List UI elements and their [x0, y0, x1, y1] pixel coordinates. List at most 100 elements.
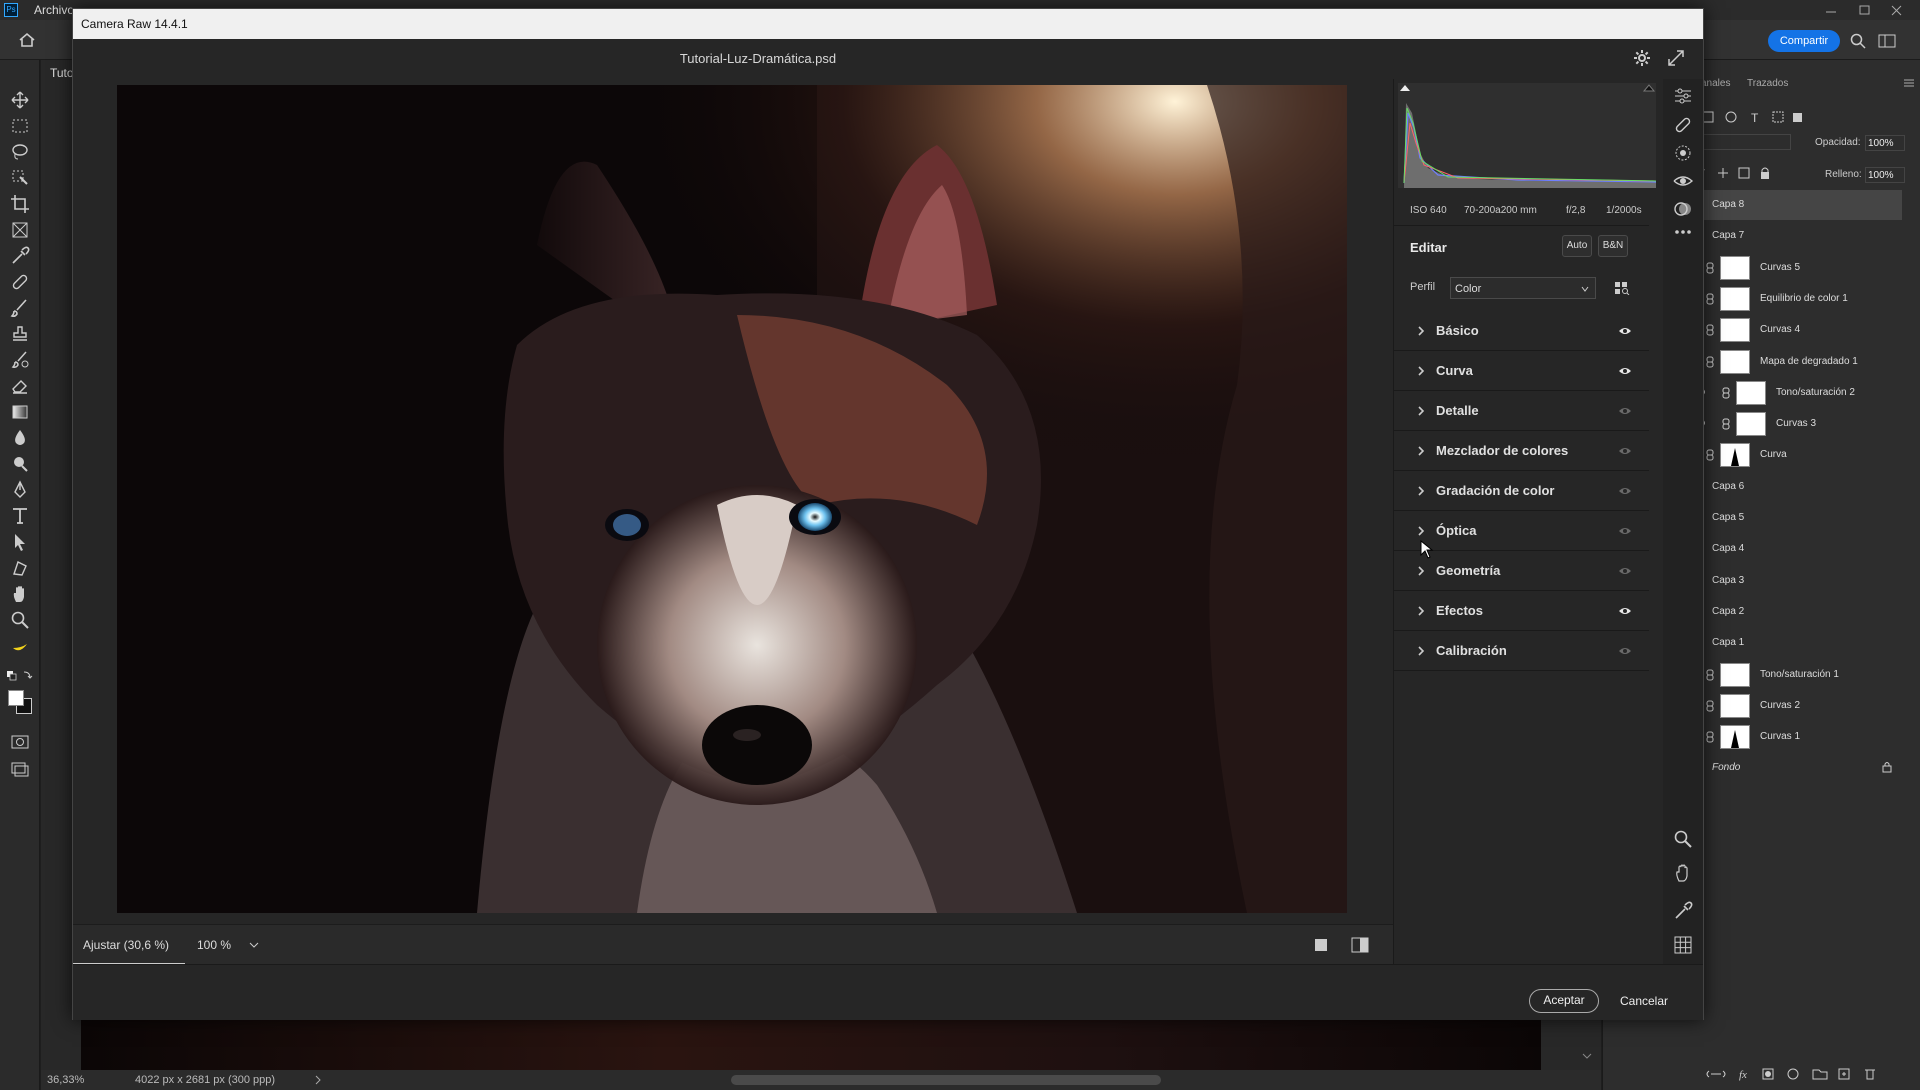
chain-link-icon[interactable] — [1706, 262, 1714, 274]
masking-icon[interactable] — [1673, 143, 1693, 163]
gradient-tool-icon[interactable] — [10, 402, 30, 422]
layer-row[interactable]: Curvas 3 — [1694, 409, 1902, 439]
zoom-dropdown-chevron-icon[interactable] — [249, 941, 259, 949]
hand-icon[interactable] — [1673, 863, 1693, 883]
layer-row[interactable]: Capa 3 — [1694, 566, 1902, 596]
fullscreen-icon[interactable] — [1667, 49, 1685, 67]
eyedropper-tool-icon[interactable] — [10, 246, 30, 266]
layer-mask-thumbnail[interactable] — [1720, 725, 1750, 750]
red-eye-icon[interactable] — [1673, 171, 1693, 191]
dodge-tool-icon[interactable] — [10, 454, 30, 474]
layer-row[interactable]: Curva — [1694, 440, 1902, 470]
histogram[interactable] — [1398, 83, 1656, 188]
window-controls[interactable] — [1820, 4, 1910, 16]
chain-link-icon[interactable] — [1722, 418, 1730, 430]
eye-icon[interactable] — [1618, 565, 1632, 577]
opacity-field[interactable]: 100% — [1865, 135, 1905, 151]
section-detalle[interactable]: Detalle — [1394, 391, 1649, 431]
grid-icon[interactable] — [1673, 935, 1693, 955]
cancel-button[interactable]: Cancelar — [1609, 989, 1679, 1013]
healing-icon[interactable] — [1673, 115, 1693, 135]
frame-tool-icon[interactable] — [10, 220, 30, 240]
layer-filter-icons[interactable]: T — [1701, 110, 1837, 124]
layer-row[interactable]: Capa 6 — [1694, 472, 1902, 502]
layer-row[interactable]: Curvas 2 — [1694, 691, 1902, 721]
more-options-icon[interactable] — [1673, 227, 1693, 237]
edit-sliders-icon[interactable] — [1673, 87, 1693, 105]
layer-row[interactable]: Capa 4 — [1694, 534, 1902, 564]
pen-tool-icon[interactable] — [10, 480, 30, 500]
layer-row[interactable]: Curvas 5 — [1694, 253, 1902, 283]
layer-row[interactable]: Tono/saturación 2 — [1694, 378, 1902, 408]
section-mezclador-de-colores[interactable]: Mezclador de colores — [1394, 431, 1649, 471]
eraser-tool-icon[interactable] — [10, 376, 30, 396]
chain-link-icon[interactable] — [1706, 669, 1714, 681]
section-gradación-de-color[interactable]: Gradación de color — [1394, 471, 1649, 511]
layer-row[interactable]: Equilibrio de color 1 — [1694, 284, 1902, 314]
layer-mask-thumbnail[interactable] — [1736, 380, 1766, 405]
history-brush-icon[interactable] — [10, 350, 30, 370]
workspace-icon[interactable] — [1878, 33, 1896, 49]
layer-row[interactable]: Curvas 1 — [1694, 722, 1902, 752]
section-calibración[interactable]: Calibración — [1394, 631, 1649, 671]
layer-row[interactable]: Capa 7 — [1694, 221, 1902, 251]
brush-tool-icon[interactable] — [10, 298, 30, 318]
path-selection-icon[interactable] — [10, 532, 30, 552]
blend-mode-select[interactable] — [1703, 134, 1791, 150]
color-swap-icon[interactable] — [6, 668, 36, 684]
eye-icon[interactable] — [1618, 325, 1632, 337]
layer-mask-thumbnail[interactable] — [1720, 318, 1750, 343]
layer-row[interactable]: Capa 1 — [1694, 628, 1902, 658]
eye-icon[interactable] — [1618, 645, 1632, 657]
chain-link-icon[interactable] — [1706, 731, 1714, 743]
layer-row[interactable]: Mapa de degradado 1 — [1694, 347, 1902, 377]
horizontal-scrollbar[interactable] — [731, 1075, 1161, 1085]
bw-button[interactable]: B&N — [1598, 235, 1628, 257]
move-tool-icon[interactable] — [10, 90, 30, 110]
blur-tool-icon[interactable] — [10, 428, 30, 448]
auto-button[interactable]: Auto — [1562, 235, 1592, 257]
layer-row[interactable]: Fondo — [1694, 753, 1902, 783]
layer-mask-thumbnail[interactable] — [1720, 693, 1750, 718]
layer-mask-thumbnail[interactable] — [1720, 255, 1750, 280]
object-selection-icon[interactable] — [10, 168, 30, 188]
profile-browser-icon[interactable] — [1614, 281, 1630, 295]
menu-archivo[interactable]: Archivo — [34, 3, 74, 17]
layer-row[interactable]: Curvas 4 — [1694, 315, 1902, 345]
lock-icon[interactable] — [1882, 761, 1892, 773]
layer-mask-thumbnail[interactable] — [1720, 443, 1750, 468]
crop-tool-icon[interactable] — [10, 194, 30, 214]
zoom-100-label[interactable]: 100 % — [197, 938, 231, 952]
eye-icon[interactable] — [1618, 365, 1632, 377]
layer-mask-thumbnail[interactable] — [1720, 349, 1750, 374]
image-preview[interactable] — [117, 85, 1347, 913]
presets-icon[interactable] — [1673, 199, 1693, 219]
scroll-down-icon[interactable] — [1581, 1050, 1593, 1062]
section-básico[interactable]: Básico — [1394, 311, 1649, 351]
status-zoom[interactable]: 36,33% — [47, 1074, 84, 1086]
screen-mode-icon[interactable] — [10, 758, 30, 778]
fill-field[interactable]: 100% — [1865, 167, 1905, 183]
eye-icon[interactable] — [1618, 605, 1632, 617]
profile-select[interactable]: Color — [1450, 277, 1596, 299]
hand-tool-icon[interactable] — [10, 584, 30, 604]
section-efectos[interactable]: Efectos — [1394, 591, 1649, 631]
home-icon[interactable] — [18, 32, 36, 48]
chain-link-icon[interactable] — [1706, 449, 1714, 461]
single-view-icon[interactable] — [1313, 937, 1329, 953]
lock-icons[interactable] — [1695, 166, 1795, 180]
eye-icon[interactable] — [1618, 445, 1632, 457]
shape-tool-icon[interactable] — [10, 558, 30, 578]
layer-row[interactable]: Capa 5 — [1694, 503, 1902, 533]
tab-trazados[interactable]: Trazados — [1747, 78, 1788, 89]
gear-icon[interactable] — [1633, 49, 1651, 67]
banana-icon[interactable] — [10, 636, 30, 656]
type-tool-icon[interactable] — [10, 506, 30, 526]
zoom-icon[interactable] — [1673, 829, 1693, 849]
zoom-tool-icon[interactable] — [10, 610, 30, 630]
layer-row[interactable]: Tono/saturación 1 — [1694, 660, 1902, 690]
eye-icon[interactable] — [1618, 485, 1632, 497]
layer-row[interactable]: Capa 8 — [1694, 190, 1902, 220]
chain-link-icon[interactable] — [1706, 356, 1714, 368]
layers-footer-icons[interactable]: fx — [1703, 1066, 1903, 1082]
